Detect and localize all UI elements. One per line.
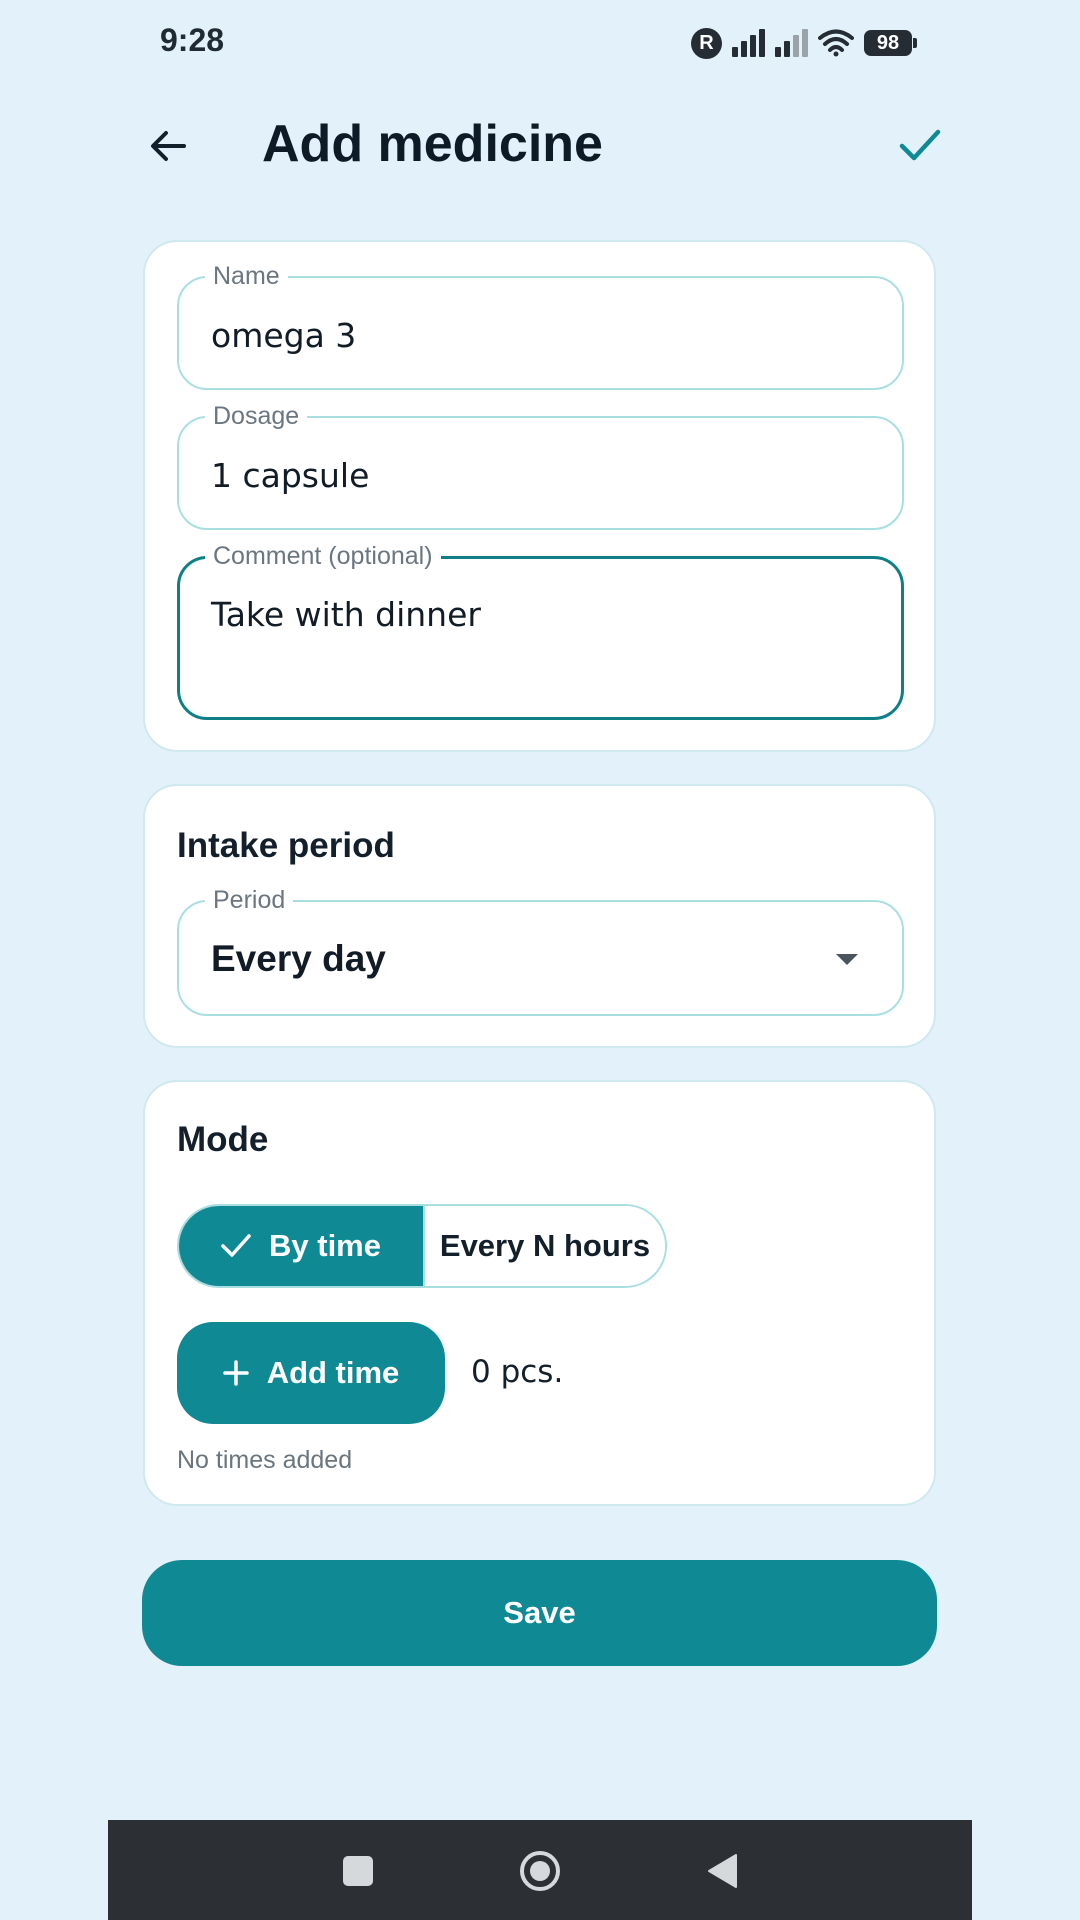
wifi-icon <box>818 29 854 57</box>
square-icon <box>343 1856 373 1886</box>
triangle-back-icon <box>708 1854 737 1888</box>
confirm-button[interactable] <box>892 118 948 174</box>
comment-field[interactable]: Comment (optional) Take with dinner <box>177 541 904 720</box>
period-dropdown[interactable]: Period Every day <box>177 885 904 1016</box>
period-dropdown-value[interactable]: Every day <box>211 938 386 980</box>
back-button[interactable] <box>140 118 196 174</box>
status-icons: R 98 <box>691 26 917 60</box>
intake-period-title: Intake period <box>177 826 395 865</box>
status-time: 9:28 <box>160 22 225 58</box>
mode-option-by-time-label: By time <box>269 1228 381 1263</box>
recents-button[interactable] <box>333 1846 383 1896</box>
arrow-left-icon <box>151 131 186 161</box>
mode-card: Mode By time Every N hours Add time 0 pc… <box>143 1080 936 1506</box>
home-button[interactable] <box>515 1846 565 1896</box>
check-icon <box>221 1234 251 1257</box>
empty-times-note: No times added <box>177 1446 353 1474</box>
add-time-label: Add time <box>266 1355 400 1390</box>
name-field-label: Name <box>205 261 288 291</box>
name-field-value[interactable]: omega 3 <box>211 316 356 355</box>
add-time-button[interactable]: Add time <box>177 1322 445 1424</box>
save-button[interactable]: Save <box>142 1560 937 1666</box>
mode-option-by-time[interactable]: By time <box>179 1206 423 1286</box>
dosage-field-value[interactable]: 1 capsule <box>211 456 369 495</box>
system-back-button[interactable] <box>698 1846 748 1896</box>
times-count: 0 pcs. <box>471 1354 564 1390</box>
system-nav-bar <box>108 1820 972 1920</box>
plus-icon <box>222 1360 249 1386</box>
name-field[interactable]: Name omega 3 <box>177 261 904 390</box>
battery-icon: 98 <box>864 30 917 56</box>
mode-option-every-n-hours-label: Every N hours <box>439 1228 651 1263</box>
save-button-label: Save <box>503 1595 576 1630</box>
mode-option-every-n-hours[interactable]: Every N hours <box>423 1206 665 1286</box>
comment-field-value[interactable]: Take with dinner <box>211 595 481 634</box>
comment-field-label: Comment (optional) <box>205 541 441 571</box>
mode-segmented-control: By time Every N hours <box>177 1204 667 1288</box>
dosage-field[interactable]: Dosage 1 capsule <box>177 401 904 530</box>
page-title: Add medicine <box>262 115 603 173</box>
medicine-details-card: Name omega 3 Dosage 1 capsule Comment (o… <box>143 240 936 752</box>
circle-home-icon <box>520 1851 560 1891</box>
dosage-field-label: Dosage <box>205 401 308 431</box>
signal-strength-secondary-icon <box>775 29 808 57</box>
check-icon <box>899 129 941 161</box>
status-bar: 9:28 R 98 <box>0 0 1080 84</box>
intake-period-card: Intake period Period Every day <box>143 784 936 1048</box>
caret-down-icon[interactable] <box>836 954 858 965</box>
mode-title: Mode <box>177 1120 269 1159</box>
r-badge-icon: R <box>691 27 722 59</box>
period-dropdown-label: Period <box>205 885 294 915</box>
signal-strength-icon <box>732 29 765 57</box>
